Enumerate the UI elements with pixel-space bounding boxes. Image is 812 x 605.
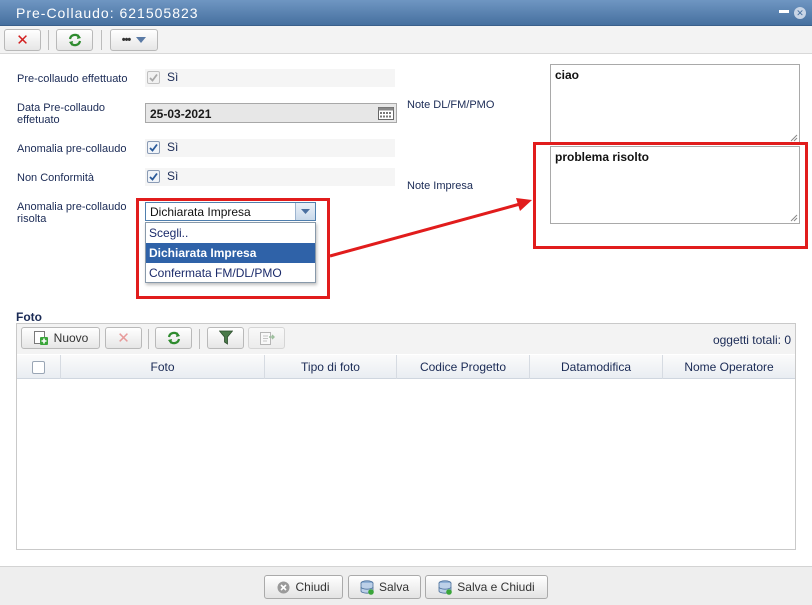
- column-header-codice-progetto[interactable]: Codice Progetto: [396, 355, 529, 379]
- column-header-tipo-di-foto[interactable]: Tipo di foto: [264, 355, 396, 379]
- select-all-column: [17, 355, 60, 379]
- column-header-foto[interactable]: Foto: [60, 355, 264, 379]
- filter-icon: [218, 330, 233, 345]
- save-label: Salva: [378, 580, 410, 594]
- delete-photo-button[interactable]: ✕: [105, 327, 142, 349]
- export-icon: [259, 332, 275, 345]
- foto-grid: Nuovo ✕ oggetti totali: 0 Foto Tipo di f…: [16, 323, 796, 550]
- export-button[interactable]: [248, 327, 285, 349]
- column-header-datamodifica[interactable]: Datamodifica: [529, 355, 662, 379]
- filter-button[interactable]: [207, 327, 244, 349]
- save-and-close-button[interactable]: Salva e Chiudi: [425, 575, 548, 599]
- foto-grid-toolbar: Nuovo ✕ oggetti totali: 0: [17, 324, 795, 354]
- close-button[interactable]: Chiudi: [264, 575, 343, 599]
- save-button[interactable]: Salva: [348, 575, 421, 599]
- new-photo-button[interactable]: Nuovo: [21, 327, 100, 349]
- column-header-nome-operatore[interactable]: Nome Operatore: [662, 355, 795, 379]
- total-objects-count: oggetti totali: 0: [712, 333, 791, 347]
- delete-icon: ✕: [117, 329, 130, 347]
- select-all-checkbox[interactable]: [32, 360, 45, 374]
- close-circle-icon: [277, 581, 290, 593]
- refresh-photos-button[interactable]: [155, 327, 192, 349]
- save-and-close-label: Salva e Chiudi: [457, 580, 535, 594]
- add-document-icon: [33, 331, 48, 345]
- foto-grid-header: Foto Tipo di foto Codice Progetto Datamo…: [17, 355, 795, 379]
- close-label: Chiudi: [295, 580, 330, 594]
- database-save-icon: [438, 579, 453, 595]
- dialog-footer: Chiudi Salva Salva e Chiudi: [0, 566, 812, 605]
- refresh-icon: [167, 331, 180, 345]
- database-save-icon: [360, 579, 374, 595]
- toolbar-divider: [199, 329, 200, 349]
- foto-section-title: Foto: [16, 310, 42, 324]
- toolbar-divider: [148, 329, 149, 349]
- new-photo-label: Nuovo: [53, 331, 89, 345]
